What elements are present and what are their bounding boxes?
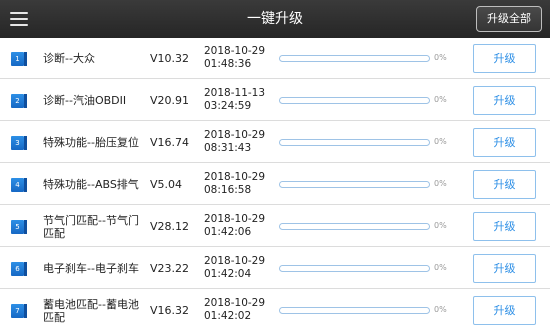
item-date: 2018-11-13 bbox=[204, 87, 266, 99]
numbered-badge-icon: 2 bbox=[11, 94, 27, 108]
numbered-badge-icon: 3 bbox=[11, 136, 27, 150]
progress-bar bbox=[279, 55, 430, 62]
item-version: V20.91 bbox=[150, 94, 190, 107]
progress-bar bbox=[279, 223, 430, 230]
item-date: 2018-10-29 bbox=[204, 255, 266, 267]
item-time: 01:42:04 bbox=[204, 268, 252, 280]
item-time: 03:24:59 bbox=[204, 100, 252, 112]
item-name: 电子刹车--电子刹车 bbox=[43, 262, 139, 275]
item-datetime: 2018-10-29 01:42:06 bbox=[204, 213, 274, 239]
item-version: V5.04 bbox=[150, 178, 183, 191]
progress-bar bbox=[279, 181, 430, 188]
item-date: 2018-10-29 bbox=[204, 171, 266, 183]
item-time: 08:31:43 bbox=[204, 142, 252, 154]
item-name: 特殊功能--胎压复位 bbox=[43, 136, 139, 149]
item-datetime: 2018-10-29 01:42:04 bbox=[204, 255, 274, 281]
item-date: 2018-10-29 bbox=[204, 129, 266, 141]
progress-bar bbox=[279, 97, 430, 104]
list-item: 5 节气门匹配--节气门匹配 V28.12 2018-10-29 01:42:0… bbox=[0, 206, 550, 247]
upgrade-button[interactable]: 升级 bbox=[473, 296, 536, 325]
progress-bar bbox=[279, 265, 430, 272]
progress-bar bbox=[279, 139, 430, 146]
item-date: 2018-10-29 bbox=[204, 45, 266, 57]
page-title: 一键升级 bbox=[247, 11, 303, 27]
list-item: 4 特殊功能--ABS排气 V5.04 2018-10-29 08:16:58 … bbox=[0, 164, 550, 205]
upgrade-button[interactable]: 升级 bbox=[473, 254, 536, 283]
numbered-badge-icon: 6 bbox=[11, 262, 27, 276]
app-header: 一键升级 升级全部 bbox=[0, 0, 550, 38]
progress-percent: 0% bbox=[434, 95, 447, 104]
item-name: 节气门匹配--节气门匹配 bbox=[43, 213, 139, 240]
item-name: 蓄电池匹配--蓄电池匹配 bbox=[43, 297, 139, 324]
numbered-badge-icon: 4 bbox=[11, 178, 27, 192]
numbered-badge-icon: 5 bbox=[11, 220, 27, 234]
numbered-badge-icon: 1 bbox=[11, 52, 27, 66]
item-time: 01:48:36 bbox=[204, 58, 252, 70]
item-name: 诊断--汽油OBDII bbox=[43, 94, 127, 107]
item-datetime: 2018-10-29 01:48:36 bbox=[204, 45, 274, 71]
progress-bar bbox=[279, 307, 430, 314]
item-datetime: 2018-11-13 03:24:59 bbox=[204, 87, 274, 113]
numbered-badge-icon: 7 bbox=[11, 304, 27, 318]
item-name: 特殊功能--ABS排气 bbox=[43, 178, 139, 191]
update-list: 1 诊断--大众 V10.32 2018-10-29 01:48:36 0% 升… bbox=[0, 38, 550, 330]
item-version: V23.22 bbox=[150, 262, 190, 275]
upgrade-all-button[interactable]: 升级全部 bbox=[476, 6, 542, 32]
item-datetime: 2018-10-29 08:16:58 bbox=[204, 171, 274, 197]
progress-percent: 0% bbox=[434, 263, 447, 272]
progress-percent: 0% bbox=[434, 137, 447, 146]
list-item: 6 电子刹车--电子刹车 V23.22 2018-10-29 01:42:04 … bbox=[0, 248, 550, 289]
item-date: 2018-10-29 bbox=[204, 213, 266, 225]
list-item: 7 蓄电池匹配--蓄电池匹配 V16.32 2018-10-29 01:42:0… bbox=[0, 290, 550, 330]
upgrade-button[interactable]: 升级 bbox=[473, 170, 536, 199]
item-time: 01:42:02 bbox=[204, 310, 252, 322]
upgrade-button[interactable]: 升级 bbox=[473, 212, 536, 241]
list-item: 2 诊断--汽油OBDII V20.91 2018-11-13 03:24:59… bbox=[0, 80, 550, 121]
item-time: 08:16:58 bbox=[204, 184, 252, 196]
list-item: 3 特殊功能--胎压复位 V16.74 2018-10-29 08:31:43 … bbox=[0, 122, 550, 163]
progress-percent: 0% bbox=[434, 305, 447, 314]
item-datetime: 2018-10-29 01:42:02 bbox=[204, 297, 274, 323]
upgrade-button[interactable]: 升级 bbox=[473, 44, 536, 73]
item-datetime: 2018-10-29 08:31:43 bbox=[204, 129, 274, 155]
item-version: V28.12 bbox=[150, 220, 190, 233]
progress-percent: 0% bbox=[434, 221, 447, 230]
list-item: 1 诊断--大众 V10.32 2018-10-29 01:48:36 0% 升… bbox=[0, 38, 550, 79]
item-version: V10.32 bbox=[150, 52, 190, 65]
progress-percent: 0% bbox=[434, 179, 447, 188]
item-date: 2018-10-29 bbox=[204, 297, 266, 309]
upgrade-button[interactable]: 升级 bbox=[473, 86, 536, 115]
progress-percent: 0% bbox=[434, 53, 447, 62]
item-name: 诊断--大众 bbox=[43, 52, 95, 65]
item-version: V16.74 bbox=[150, 136, 190, 149]
item-time: 01:42:06 bbox=[204, 226, 252, 238]
upgrade-button[interactable]: 升级 bbox=[473, 128, 536, 157]
item-version: V16.32 bbox=[150, 304, 190, 317]
